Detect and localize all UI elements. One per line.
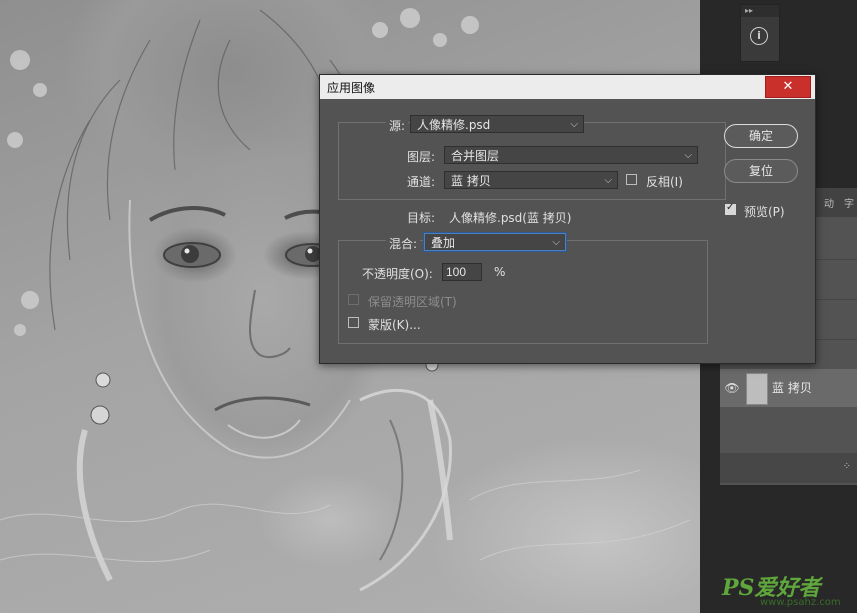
- chevron-down-icon: ⌵: [552, 237, 560, 248]
- layers-panel-footer: ⁘: [720, 453, 857, 483]
- info-icon[interactable]: i: [750, 27, 768, 45]
- layer-name: 蓝 拷贝: [772, 381, 812, 395]
- preserve-transparency-label: 保留透明区域(T): [368, 295, 457, 309]
- watermark: PS爱好者 www.psahz.com: [722, 570, 854, 610]
- chevron-down-icon: ⌵: [570, 119, 578, 130]
- source-file-value: 人像精修.psd: [417, 118, 491, 132]
- chevron-down-icon: ⌵: [604, 175, 612, 186]
- channel-value: 蓝 拷贝: [451, 174, 491, 188]
- invert-checkbox[interactable]: [626, 174, 637, 185]
- opacity-input[interactable]: [442, 263, 482, 281]
- dialog-body: 源: 人像精修.psd ⌵ 图层: 合并图层 ⌵ 通道: 蓝 拷贝 ⌵ 反相(I…: [320, 99, 815, 363]
- layer-row[interactable]: 👁 蓝 拷贝: [720, 369, 857, 407]
- layer-select[interactable]: 合并图层 ⌵: [444, 146, 698, 164]
- apply-image-dialog: 应用图像 ✕ 源: 人像精修.psd ⌵ 图层: 合并图层 ⌵ 通道: 蓝 拷贝…: [319, 74, 816, 364]
- eye-icon[interactable]: 👁: [724, 380, 740, 396]
- watermark-url: www.psahz.com: [760, 597, 841, 608]
- opacity-label: 不透明度(O):: [362, 267, 433, 281]
- panel-tab-2[interactable]: 字: [844, 195, 854, 210]
- reset-button[interactable]: 复位: [724, 159, 798, 183]
- channel-label: 通道:: [407, 175, 436, 189]
- ok-button[interactable]: 确定: [724, 124, 798, 148]
- blend-mode-select[interactable]: 叠加 ⌵: [424, 233, 566, 251]
- panel-collapse-bar[interactable]: ▸▸: [741, 5, 779, 17]
- dialog-titlebar[interactable]: 应用图像 ✕: [320, 75, 815, 99]
- mask-checkbox[interactable]: [348, 317, 359, 328]
- opacity-unit: %: [494, 265, 506, 279]
- target-value: 人像精修.psd(蓝 拷贝): [449, 211, 572, 225]
- blend-mode-value: 叠加: [431, 236, 456, 250]
- layer-label: 图层:: [407, 150, 436, 164]
- preview-checkbox[interactable]: [725, 202, 736, 215]
- loading-icon: ⁘: [842, 461, 851, 472]
- collapsed-info-panel[interactable]: ▸▸ i: [740, 4, 780, 62]
- target-label: 目标:: [407, 211, 436, 225]
- preview-label[interactable]: 预览(P): [744, 203, 785, 220]
- close-button[interactable]: ✕: [765, 76, 811, 98]
- dialog-title: 应用图像: [327, 81, 376, 95]
- blending-label: 混合:: [386, 235, 421, 252]
- source-file-select[interactable]: 人像精修.psd ⌵: [410, 115, 584, 133]
- channel-select[interactable]: 蓝 拷贝 ⌵: [444, 171, 618, 189]
- panel-tab-1[interactable]: 动: [824, 195, 834, 210]
- layer-thumbnail: [746, 373, 768, 405]
- source-label: 源:: [386, 117, 409, 134]
- preserve-transparency-checkbox[interactable]: [348, 294, 359, 305]
- mask-label[interactable]: 蒙版(K)...: [368, 316, 421, 333]
- layer-value: 合并图层: [451, 149, 500, 163]
- invert-label[interactable]: 反相(I): [646, 173, 683, 190]
- chevron-down-icon: ⌵: [684, 150, 692, 161]
